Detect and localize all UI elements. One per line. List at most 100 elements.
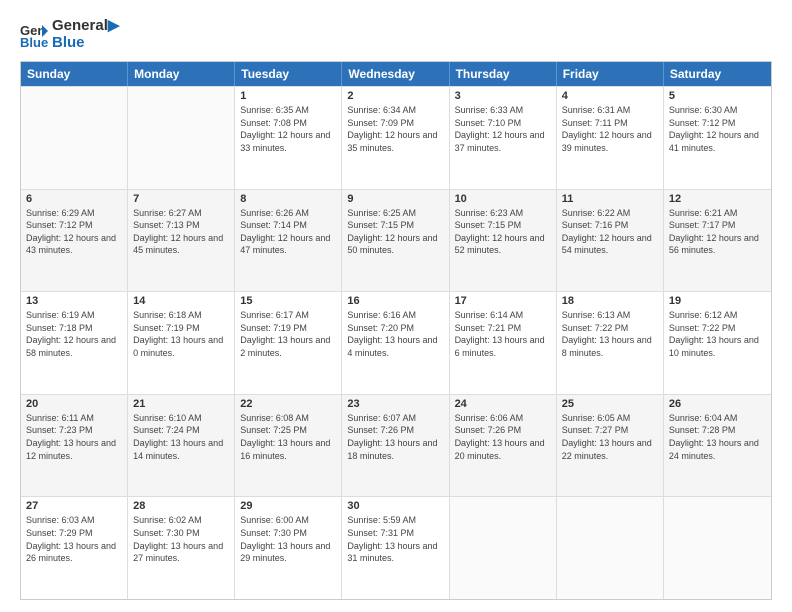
calendar-cell: 9 Sunrise: 6:25 AMSunset: 7:15 PMDaylight…	[342, 190, 449, 292]
logo-icon: Gen Blue	[20, 21, 48, 49]
day-info: Sunrise: 6:02 AMSunset: 7:30 PMDaylight:…	[133, 514, 229, 564]
day-info: Sunrise: 6:17 AMSunset: 7:19 PMDaylight:…	[240, 309, 336, 359]
day-info: Sunrise: 6:12 AMSunset: 7:22 PMDaylight:…	[669, 309, 766, 359]
weekday-header: Tuesday	[235, 62, 342, 86]
weekday-header: Thursday	[450, 62, 557, 86]
day-number: 29	[240, 500, 336, 512]
weekday-header: Friday	[557, 62, 664, 86]
calendar-cell: 22 Sunrise: 6:08 AMSunset: 7:25 PMDayligh…	[235, 395, 342, 497]
header: Gen Blue General▶ Blue	[20, 18, 772, 51]
calendar-cell: 26 Sunrise: 6:04 AMSunset: 7:28 PMDayligh…	[664, 395, 771, 497]
calendar-week: 20 Sunrise: 6:11 AMSunset: 7:23 PMDayligh…	[21, 394, 771, 497]
day-info: Sunrise: 6:14 AMSunset: 7:21 PMDaylight:…	[455, 309, 551, 359]
calendar-cell: 25 Sunrise: 6:05 AMSunset: 7:27 PMDayligh…	[557, 395, 664, 497]
day-info: Sunrise: 6:04 AMSunset: 7:28 PMDaylight:…	[669, 412, 766, 462]
calendar-cell	[128, 87, 235, 189]
day-number: 16	[347, 295, 443, 307]
day-info: Sunrise: 6:18 AMSunset: 7:19 PMDaylight:…	[133, 309, 229, 359]
day-number: 5	[669, 90, 766, 102]
calendar-cell: 10 Sunrise: 6:23 AMSunset: 7:15 PMDayligh…	[450, 190, 557, 292]
day-number: 8	[240, 193, 336, 205]
day-number: 1	[240, 90, 336, 102]
calendar-week: 13 Sunrise: 6:19 AMSunset: 7:18 PMDayligh…	[21, 291, 771, 394]
calendar-cell: 11Sunrise: 6:22 AMSunset: 7:16 PMDayligh…	[557, 190, 664, 292]
day-number: 14	[133, 295, 229, 307]
calendar-cell: 6 Sunrise: 6:29 AMSunset: 7:12 PMDaylight…	[21, 190, 128, 292]
day-number: 19	[669, 295, 766, 307]
day-number: 3	[455, 90, 551, 102]
calendar-cell	[664, 497, 771, 599]
day-number: 26	[669, 398, 766, 410]
day-info: Sunrise: 6:30 AMSunset: 7:12 PMDaylight:…	[669, 104, 766, 154]
day-info: Sunrise: 6:19 AMSunset: 7:18 PMDaylight:…	[26, 309, 122, 359]
weekday-header: Monday	[128, 62, 235, 86]
day-info: Sunrise: 6:00 AMSunset: 7:30 PMDaylight:…	[240, 514, 336, 564]
calendar-cell: 17Sunrise: 6:14 AMSunset: 7:21 PMDayligh…	[450, 292, 557, 394]
day-number: 7	[133, 193, 229, 205]
day-number: 4	[562, 90, 658, 102]
calendar-cell: 12Sunrise: 6:21 AMSunset: 7:17 PMDayligh…	[664, 190, 771, 292]
calendar-cell: 4 Sunrise: 6:31 AMSunset: 7:11 PMDaylight…	[557, 87, 664, 189]
day-number: 25	[562, 398, 658, 410]
day-info: Sunrise: 6:26 AMSunset: 7:14 PMDaylight:…	[240, 207, 336, 257]
day-number: 20	[26, 398, 122, 410]
day-info: Sunrise: 6:05 AMSunset: 7:27 PMDaylight:…	[562, 412, 658, 462]
page: Gen Blue General▶ Blue SundayMondayTuesd…	[0, 0, 792, 612]
day-number: 6	[26, 193, 122, 205]
calendar-cell: 14 Sunrise: 6:18 AMSunset: 7:19 PMDayligh…	[128, 292, 235, 394]
day-info: Sunrise: 6:31 AMSunset: 7:11 PMDaylight:…	[562, 104, 658, 154]
day-info: Sunrise: 5:59 AMSunset: 7:31 PMDaylight:…	[347, 514, 443, 564]
calendar-cell: 18Sunrise: 6:13 AMSunset: 7:22 PMDayligh…	[557, 292, 664, 394]
calendar-week: 1 Sunrise: 6:35 AMSunset: 7:08 PMDaylight…	[21, 86, 771, 189]
day-info: Sunrise: 6:22 AMSunset: 7:16 PMDaylight:…	[562, 207, 658, 257]
calendar-cell: 2 Sunrise: 6:34 AMSunset: 7:09 PMDaylight…	[342, 87, 449, 189]
day-info: Sunrise: 6:08 AMSunset: 7:25 PMDaylight:…	[240, 412, 336, 462]
day-number: 9	[347, 193, 443, 205]
calendar-week: 6 Sunrise: 6:29 AMSunset: 7:12 PMDaylight…	[21, 189, 771, 292]
calendar-cell: 24 Sunrise: 6:06 AMSunset: 7:26 PMDayligh…	[450, 395, 557, 497]
day-info: Sunrise: 6:03 AMSunset: 7:29 PMDaylight:…	[26, 514, 122, 564]
day-info: Sunrise: 6:35 AMSunset: 7:08 PMDaylight:…	[240, 104, 336, 154]
day-info: Sunrise: 6:34 AMSunset: 7:09 PMDaylight:…	[347, 104, 443, 154]
calendar-header: SundayMondayTuesdayWednesdayThursdayFrid…	[21, 62, 771, 86]
calendar-cell: 16 Sunrise: 6:16 AMSunset: 7:20 PMDayligh…	[342, 292, 449, 394]
day-info: Sunrise: 6:25 AMSunset: 7:15 PMDaylight:…	[347, 207, 443, 257]
day-number: 2	[347, 90, 443, 102]
weekday-header: Saturday	[664, 62, 771, 86]
svg-text:Blue: Blue	[20, 35, 48, 49]
day-info: Sunrise: 6:29 AMSunset: 7:12 PMDaylight:…	[26, 207, 122, 257]
calendar-cell: 8 Sunrise: 6:26 AMSunset: 7:14 PMDaylight…	[235, 190, 342, 292]
logo-text: General▶ Blue	[52, 18, 119, 51]
day-number: 10	[455, 193, 551, 205]
calendar-cell	[450, 497, 557, 599]
calendar-cell	[21, 87, 128, 189]
calendar-cell: 27 Sunrise: 6:03 AMSunset: 7:29 PMDayligh…	[21, 497, 128, 599]
day-info: Sunrise: 6:33 AMSunset: 7:10 PMDaylight:…	[455, 104, 551, 154]
day-info: Sunrise: 6:06 AMSunset: 7:26 PMDaylight:…	[455, 412, 551, 462]
day-number: 22	[240, 398, 336, 410]
calendar-week: 27 Sunrise: 6:03 AMSunset: 7:29 PMDayligh…	[21, 496, 771, 599]
day-number: 13	[26, 295, 122, 307]
day-number: 28	[133, 500, 229, 512]
calendar-cell	[557, 497, 664, 599]
day-info: Sunrise: 6:11 AMSunset: 7:23 PMDaylight:…	[26, 412, 122, 462]
calendar-cell: 3 Sunrise: 6:33 AMSunset: 7:10 PMDaylight…	[450, 87, 557, 189]
calendar-cell: 20 Sunrise: 6:11 AMSunset: 7:23 PMDayligh…	[21, 395, 128, 497]
day-number: 24	[455, 398, 551, 410]
calendar-cell: 29 Sunrise: 6:00 AMSunset: 7:30 PMDayligh…	[235, 497, 342, 599]
day-number: 18	[562, 295, 658, 307]
day-info: Sunrise: 6:16 AMSunset: 7:20 PMDaylight:…	[347, 309, 443, 359]
day-info: Sunrise: 6:23 AMSunset: 7:15 PMDaylight:…	[455, 207, 551, 257]
day-number: 15	[240, 295, 336, 307]
day-number: 27	[26, 500, 122, 512]
calendar-cell: 5 Sunrise: 6:30 AMSunset: 7:12 PMDaylight…	[664, 87, 771, 189]
calendar-body: 1 Sunrise: 6:35 AMSunset: 7:08 PMDaylight…	[21, 86, 771, 599]
day-info: Sunrise: 6:07 AMSunset: 7:26 PMDaylight:…	[347, 412, 443, 462]
day-number: 23	[347, 398, 443, 410]
calendar-cell: 23 Sunrise: 6:07 AMSunset: 7:26 PMDayligh…	[342, 395, 449, 497]
day-number: 12	[669, 193, 766, 205]
calendar-cell: 21Sunrise: 6:10 AMSunset: 7:24 PMDayligh…	[128, 395, 235, 497]
calendar-cell: 7Sunrise: 6:27 AMSunset: 7:13 PMDaylight…	[128, 190, 235, 292]
calendar-cell: 19 Sunrise: 6:12 AMSunset: 7:22 PMDayligh…	[664, 292, 771, 394]
day-number: 30	[347, 500, 443, 512]
